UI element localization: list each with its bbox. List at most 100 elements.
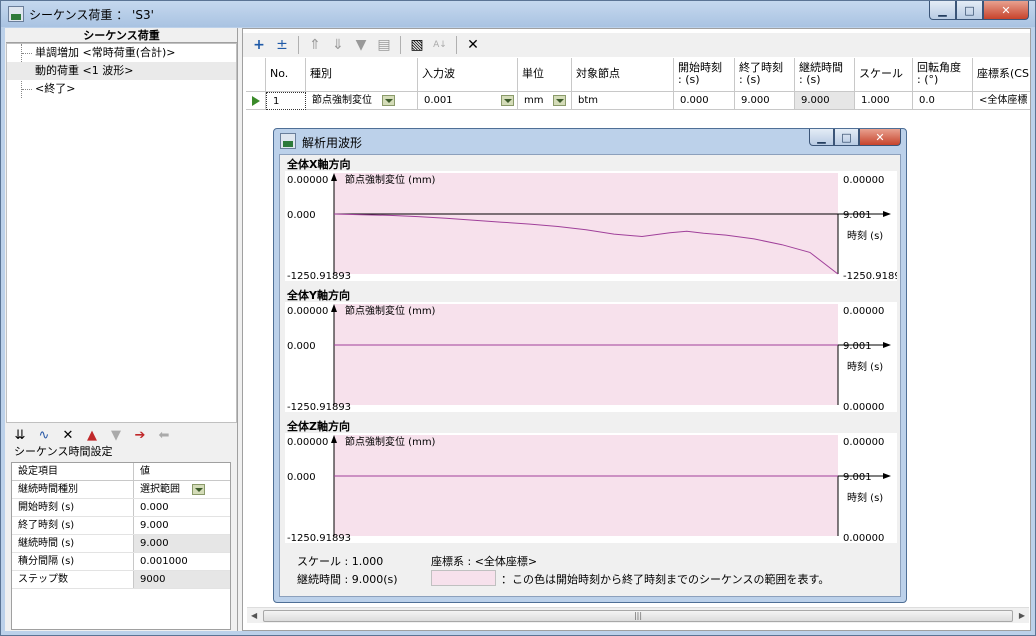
scroll-left-icon[interactable]: ◀ — [251, 611, 257, 620]
move-down-icon[interactable]: ⇓ — [328, 35, 348, 55]
grid-cell[interactable]: 0.000 — [674, 92, 735, 110]
table-row[interactable]: 開始時刻 (s) 0.000 — [12, 499, 230, 517]
tree-item[interactable]: <終了> — [7, 80, 236, 98]
right-top-label: 0.00000 — [843, 437, 884, 448]
tree-header: シーケンス荷重 — [6, 29, 237, 43]
dialog-body: 全体X軸方向 0.00000 0.000 -1250.91893 節点強制変位 (mm… — [279, 154, 901, 597]
chart-title: 全体X軸方向 — [287, 158, 351, 171]
legend-text: ：この色は開始時刻から終了時刻までのシーケンスの範囲を表す。 — [501, 573, 830, 586]
y-axis-label: 節点強制変位 (mm) — [345, 304, 436, 317]
y-axis-label: 節点強制変位 (mm) — [345, 435, 436, 448]
x-axis-arrow-icon — [883, 473, 891, 479]
dialog-footer: スケール : 1.000 座標系 : <全体座標> 継続時間 : 9.000(s… — [281, 550, 899, 596]
grid-cell[interactable]: 1.000 — [855, 92, 913, 110]
right-bottom-label: 0.00000 — [843, 402, 884, 412]
up-red-icon[interactable]: ▲ — [83, 427, 101, 443]
x-axis-label: 時刻 (s) — [847, 491, 883, 504]
app-icon — [8, 6, 24, 22]
maximize-button[interactable]: □ — [956, 1, 983, 20]
grid-cell[interactable]: <全体座標 — [973, 92, 1030, 110]
add-icon[interactable]: + — [249, 35, 269, 55]
wave-icon[interactable]: ∿ — [35, 427, 53, 443]
tree-item[interactable]: 単調増加 <常時荷重(合計)> — [7, 44, 236, 62]
chart-panel-y: 全体Y軸方向 0.00000 0.000 -1250.91893 節点強制変位 (mm… — [281, 287, 899, 417]
column-header[interactable]: 継続時間 : (s) — [795, 58, 855, 92]
down-grey-icon[interactable]: ▼ — [107, 427, 125, 443]
chart-y: 0.00000 0.000 -1250.91893 節点強制変位 (mm) 0.0000… — [287, 304, 891, 412]
y-axis-label: 節点強制変位 (mm) — [345, 173, 436, 186]
insert-icon[interactable]: ± — [272, 35, 292, 55]
right-bottom-label: -1250.9189 — [843, 271, 897, 281]
dialog-title: 解析用波形 — [302, 136, 363, 150]
paste-icon[interactable]: ▤ — [374, 35, 394, 55]
title-bar[interactable]: シーケンス荷重 ： 'S3' ▁ □ ✕ — [1, 1, 1035, 27]
column-header[interactable]: 回転角度 : (°) — [913, 58, 973, 92]
grid-cell[interactable]: 0.0 — [913, 92, 973, 110]
expand-icon[interactable]: ⇊ — [11, 427, 29, 443]
table-row[interactable]: 継続時間 (s) 9.000 — [12, 535, 230, 553]
column-header[interactable]: 座標系(CS — [973, 58, 1030, 92]
column-header[interactable]: 対象節点 — [572, 58, 674, 92]
scroll-thumb[interactable]: ||| — [263, 610, 1013, 622]
y-top-label: 0.00000 — [287, 306, 328, 317]
column-header: 値 — [140, 466, 150, 477]
main-window: シーケンス荷重 ： 'S3' ▁ □ ✕ シーケンス荷重 単調増加 <常時荷重(… — [0, 0, 1036, 636]
table-row[interactable]: 終了時刻 (s) 9.000 — [12, 517, 230, 535]
load-grid: No. 種別 入力波 単位 対象節点 開始時刻 : (s) 終了時刻 : (s)… — [246, 58, 1030, 110]
grid-cell[interactable]: btm — [572, 92, 674, 110]
y-bottom-label: -1250.91893 — [287, 402, 351, 412]
y-zero-label: 0.000 — [287, 210, 316, 221]
right-arrow-icon[interactable]: ➔ — [131, 427, 149, 443]
column-header: 設定項目 — [12, 463, 134, 480]
grid-cell[interactable]: 1 — [266, 92, 306, 110]
section-title: シーケンス時間設定 — [14, 445, 113, 458]
current-row-icon — [252, 96, 260, 106]
waveform-view-icon[interactable]: ▧ — [407, 35, 427, 55]
scroll-right-icon[interactable]: ▶ — [1019, 611, 1025, 620]
column-header[interactable]: No. — [266, 58, 306, 92]
close-button[interactable]: ✕ — [983, 1, 1029, 20]
column-header[interactable]: 種別 — [306, 58, 418, 92]
sequence-range-area — [334, 304, 838, 405]
right-top-label: 0.00000 — [843, 306, 884, 317]
left-toolbar: ⇊ ∿ ✕ ▲ ▼ ➔ ⬅ — [7, 426, 237, 444]
dialog-close-button[interactable]: ✕ — [859, 129, 901, 146]
dialog-title-bar[interactable]: 解析用波形 ▁ □ ✕ — [274, 129, 906, 153]
left-arrow-icon[interactable]: ⬅ — [155, 427, 173, 443]
column-header[interactable]: スケール — [855, 58, 913, 92]
chart-panel-x: 全体X軸方向 0.00000 0.000 -1250.91893 節点強制変位 (mm… — [281, 156, 899, 286]
column-header[interactable]: 終了時刻 : (s) — [735, 58, 795, 92]
grid-cell[interactable]: 節点強制変位 — [306, 92, 418, 110]
dialog-minimize-button[interactable]: ▁ — [809, 129, 834, 146]
move-up-icon[interactable]: ⇑ — [305, 35, 325, 55]
y-top-label: 0.00000 — [287, 437, 328, 448]
dropdown-arrow-icon[interactable] — [500, 94, 514, 106]
table-row[interactable]: 継続時間種別 選択範囲 — [12, 481, 230, 499]
sort-icon[interactable]: A↓ — [430, 35, 450, 55]
minimize-button[interactable]: ▁ — [929, 1, 956, 20]
grid-cell[interactable]: 9.000 — [735, 92, 795, 110]
column-header[interactable]: 入力波 — [418, 58, 518, 92]
delete-row-icon[interactable]: ✕ — [463, 35, 483, 55]
horizontal-scrollbar[interactable]: ◀ ||| ▶ — [247, 607, 1029, 623]
x-axis-arrow-icon — [883, 342, 891, 348]
chart-z: 0.00000 0.000 -1250.91893 節点強制変位 (mm) 0.0000… — [287, 435, 891, 543]
coord-text: 座標系 : <全体座標> — [431, 555, 538, 568]
y-top-label: 0.00000 — [287, 175, 328, 186]
dropdown-arrow-icon[interactable] — [553, 94, 567, 106]
window-title: シーケンス荷重 ： 'S3' — [29, 8, 154, 22]
grid-cell[interactable]: 0.001 — [418, 92, 518, 110]
table-row[interactable]: 積分間隔 (s) 0.001000 — [12, 553, 230, 571]
delete-icon[interactable]: ✕ — [59, 427, 77, 443]
dropdown-arrow-icon[interactable] — [382, 94, 395, 106]
table-row[interactable]: ステップ数 9000 — [12, 571, 230, 589]
dropdown-arrow-icon[interactable] — [192, 483, 205, 495]
tree-item[interactable]: 動的荷重 <1 波形> — [7, 62, 236, 80]
column-header[interactable]: 単位 — [518, 58, 572, 92]
grid-cell[interactable]: mm — [518, 92, 572, 110]
column-header[interactable]: 開始時刻 : (s) — [674, 58, 735, 92]
chart-panel-z: 全体Z軸方向 0.00000 0.000 -1250.91893 節点強制変位 (mm… — [281, 418, 899, 548]
dialog-maximize-button[interactable]: □ — [834, 129, 859, 146]
copy-icon[interactable]: ▼ — [351, 35, 371, 55]
chart-title: 全体Z軸方向 — [287, 420, 350, 433]
